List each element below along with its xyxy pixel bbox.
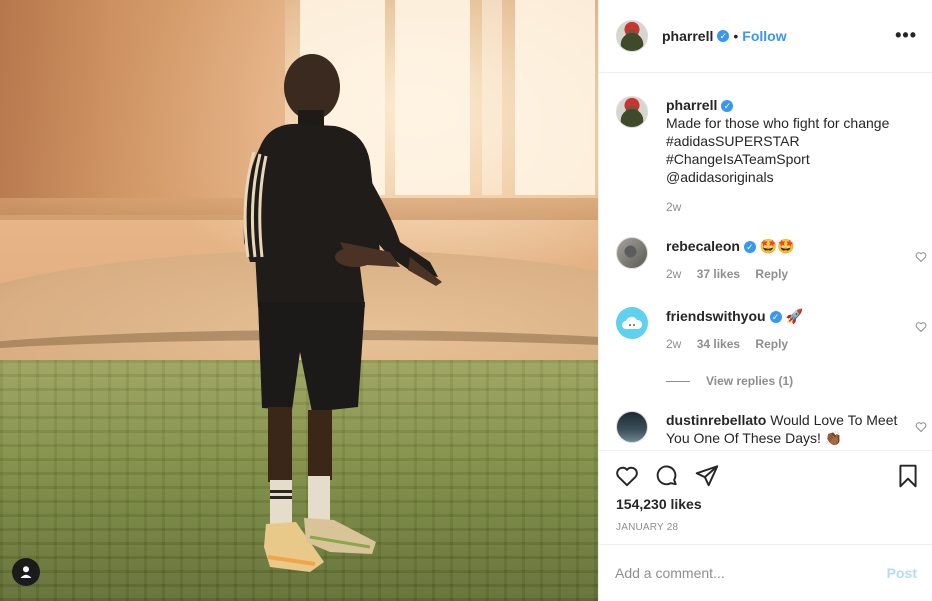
comment-item: rebecaleon ✓ 🤩🤩 2w 37 likes Reply [616,237,927,281]
view-replies-label: View replies (1) [706,374,794,388]
comment-item: friendswithyou ✓ 🚀 2w 34 likes Reply [616,307,927,351]
photo-person [243,54,442,572]
comment-item: dustinrebellato Would Love To Meet You O… [616,411,927,447]
author-avatar[interactable] [616,96,648,128]
caption-time[interactable]: 2w [666,200,681,214]
comment-body: friendswithyou ✓ 🚀 [666,307,916,325]
comment-time[interactable]: 2w [666,337,681,351]
caption-hashtag[interactable]: #ChangeIsATeamSport [666,150,916,168]
comment-body: rebecaleon ✓ 🤩🤩 [666,237,916,255]
verified-badge-icon: ✓ [743,241,756,254]
comment-like-heart-icon[interactable] [915,421,927,433]
post-photo[interactable] [0,0,598,601]
add-comment-bar: Post [599,544,932,601]
caption-mention[interactable]: @adidasoriginals [666,168,916,186]
share-icon[interactable] [694,463,720,489]
comment-icon[interactable] [654,463,680,489]
photo-window [515,0,595,195]
caption-text: Made for those who fight for change [666,115,890,131]
caption-username[interactable]: pharrell [666,97,717,113]
commenter-username[interactable]: dustinrebellato [666,412,766,428]
user-tag-button[interactable] [12,558,40,586]
verified-badge-icon: ✓ [721,100,734,113]
comment-input[interactable] [615,563,875,583]
post-actions: 154,230 likes JANUARY 28 Post [599,450,932,601]
post-sidebar: pharrell ✓ • Follow ••• pharrell ✓ Made f… [598,0,932,601]
caption-meta: 2w [666,200,916,214]
user-tag-icon [20,566,32,578]
more-horizontal-icon[interactable]: ••• [895,26,917,44]
bookmark-icon[interactable] [895,463,921,489]
commenter-username[interactable]: friendswithyou [666,308,766,324]
view-replies-button[interactable]: View replies (1) [666,374,793,388]
comment-like-heart-icon[interactable] [915,321,927,333]
heart-icon[interactable] [614,463,640,489]
likes-count[interactable]: 154,230 likes [616,496,702,512]
comment-time[interactable]: 2w [666,267,681,281]
caption: pharrell ✓ Made for those who fight for c… [616,96,916,214]
comment-meta: 2w 37 likes Reply [666,267,916,281]
comment-likes[interactable]: 37 likes [697,267,740,281]
photo-window [482,0,502,195]
comments-list[interactable]: pharrell ✓ Made for those who fight for c… [599,73,932,450]
verified-badge-icon: ✓ [717,30,730,42]
header-separator: • [733,28,739,44]
comment-like-heart-icon[interactable] [915,251,927,263]
comment-body: dustinrebellato Would Love To Meet You O… [666,411,916,447]
author-username[interactable]: pharrell [662,28,713,44]
post-header: pharrell ✓ • Follow ••• [599,0,932,73]
comment-likes[interactable]: 34 likes [697,337,740,351]
caption-body: pharrell ✓ Made for those who fight for c… [666,96,916,186]
commenter-avatar[interactable] [616,237,648,269]
caption-hashtag[interactable]: #adidasSUPERSTAR [666,132,916,150]
commenter-avatar[interactable] [616,411,648,443]
verified-badge-icon: ✓ [769,311,782,324]
commenter-avatar[interactable] [616,307,648,339]
comment-meta: 2w 34 likes Reply [666,337,916,351]
comment-text: 🚀 [785,308,803,324]
follow-button[interactable]: Follow [742,28,786,44]
author-avatar[interactable] [616,20,648,52]
commenter-username[interactable]: rebecaleon [666,238,740,254]
view-replies-divider [666,380,690,382]
comment-text: 🤩🤩 [759,238,795,254]
post-comment-button[interactable]: Post [887,565,917,581]
reply-button[interactable]: Reply [755,267,788,281]
reply-button[interactable]: Reply [755,337,788,351]
cloud-icon [622,316,643,329]
post-date[interactable]: JANUARY 28 [616,522,678,533]
